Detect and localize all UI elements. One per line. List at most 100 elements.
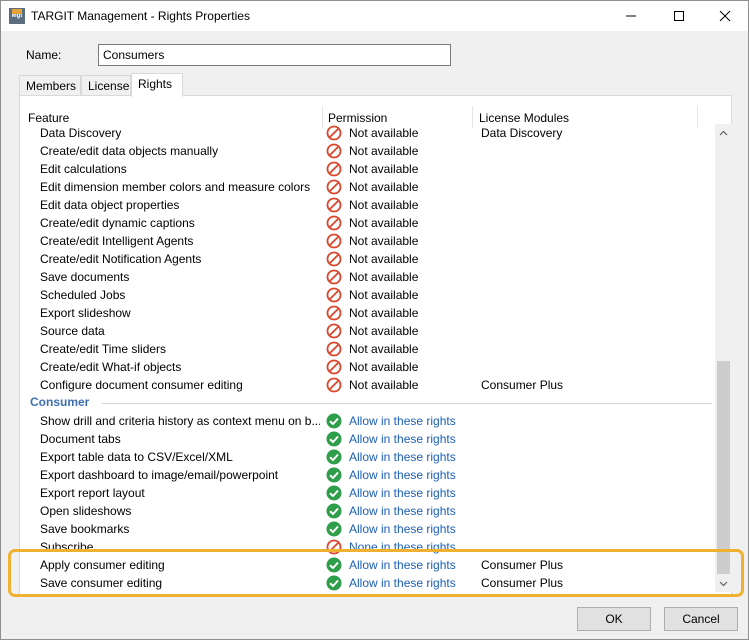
permission-cell[interactable]: Not available <box>326 196 418 214</box>
permission-cell[interactable]: None in these rights <box>326 538 456 556</box>
scroll-down-button[interactable] <box>715 575 732 592</box>
table-row[interactable]: Create/edit dynamic captions Not availabl… <box>20 214 716 232</box>
table-row[interactable]: Create/edit data objects manually Not ava… <box>20 142 716 160</box>
permission-value[interactable]: Allow in these rights <box>349 522 456 536</box>
table-row[interactable]: Document tabs Allow in these rights <box>20 430 716 448</box>
permission-value[interactable]: Not available <box>349 180 418 194</box>
maximize-button[interactable] <box>656 1 702 31</box>
permission-value[interactable]: Not available <box>349 144 418 158</box>
permission-cell[interactable]: Not available <box>326 178 418 196</box>
permission-cell[interactable]: Allow in these rights <box>326 466 456 484</box>
table-row[interactable]: Save documents Not available <box>20 268 716 286</box>
permission-cell[interactable]: Allow in these rights <box>326 484 456 502</box>
table-row[interactable]: Open slideshows Allow in these rights <box>20 502 716 520</box>
table-row[interactable]: Save consumer editing Allow in these righ… <box>20 574 716 592</box>
feature-cell: Document tabs <box>40 432 121 446</box>
table-row[interactable]: Subscribe None in these rights <box>20 538 716 556</box>
permission-value[interactable]: Allow in these rights <box>349 450 456 464</box>
permission-cell[interactable]: Not available <box>326 286 418 304</box>
column-header-permission[interactable]: Permission <box>328 111 387 125</box>
feature-cell: Data Discovery <box>40 126 122 140</box>
permission-cell[interactable]: Not available <box>326 268 418 286</box>
table-row[interactable]: Create/edit Time sliders Not available <box>20 340 716 358</box>
permission-cell[interactable]: Not available <box>326 304 418 322</box>
permission-value[interactable]: Not available <box>349 216 418 230</box>
permission-cell[interactable]: Allow in these rights <box>326 448 456 466</box>
permission-value[interactable]: Not available <box>349 324 418 338</box>
permission-value[interactable]: Not available <box>349 234 418 248</box>
permission-cell[interactable]: Allow in these rights <box>326 520 456 538</box>
permission-value[interactable]: Not available <box>349 126 418 140</box>
vertical-scrollbar[interactable] <box>715 124 732 592</box>
scrollbar-thumb[interactable] <box>717 361 730 574</box>
permission-cell[interactable]: Allow in these rights <box>326 412 456 430</box>
table-row[interactable]: Create/edit What-if objects Not available <box>20 358 716 376</box>
table-row[interactable]: Export report layout Allow in these right… <box>20 484 716 502</box>
table-row[interactable]: Show drill and criteria history as conte… <box>20 412 716 430</box>
close-icon <box>719 10 731 22</box>
table-row[interactable]: Export table data to CSV/Excel/XML Allow … <box>20 448 716 466</box>
check-circle-icon <box>326 449 342 465</box>
permission-cell[interactable]: Allow in these rights <box>326 502 456 520</box>
permission-value[interactable]: Allow in these rights <box>349 486 456 500</box>
permission-value[interactable]: Not available <box>349 270 418 284</box>
permission-cell[interactable]: Allow in these rights <box>326 430 456 448</box>
permission-value[interactable]: None in these rights <box>349 540 456 554</box>
permission-value[interactable]: Allow in these rights <box>349 414 456 428</box>
permission-value[interactable]: Not available <box>349 198 418 212</box>
ok-button[interactable]: OK <box>577 607 651 631</box>
permission-cell[interactable]: Not available <box>326 214 418 232</box>
permission-cell[interactable]: Not available <box>326 124 418 142</box>
close-button[interactable] <box>702 1 748 31</box>
permission-value[interactable]: Allow in these rights <box>349 558 456 572</box>
permission-cell[interactable]: Not available <box>326 358 418 376</box>
permission-value[interactable]: Allow in these rights <box>349 432 456 446</box>
permission-cell[interactable]: Not available <box>326 250 418 268</box>
table-row[interactable]: Create/edit Intelligent Agents Not availa… <box>20 232 716 250</box>
check-circle-icon <box>326 467 342 483</box>
table-row[interactable]: Create/edit Notification Agents Not avail… <box>20 250 716 268</box>
permission-value[interactable]: Not available <box>349 342 418 356</box>
table-row[interactable]: Export dashboard to image/email/powerpoi… <box>20 466 716 484</box>
permission-value[interactable]: Not available <box>349 288 418 302</box>
permission-cell[interactable]: Not available <box>326 160 418 178</box>
table-row[interactable]: Data Discovery Not available Data Discover… <box>20 124 716 142</box>
tab-license[interactable]: License <box>81 75 131 96</box>
tab-rights[interactable]: Rights <box>131 73 183 97</box>
name-input[interactable] <box>98 44 451 66</box>
permission-cell[interactable]: Not available <box>326 142 418 160</box>
tab-members[interactable]: Members <box>19 75 81 96</box>
permission-cell[interactable]: Not available <box>326 322 418 340</box>
permission-value[interactable]: Not available <box>349 162 418 176</box>
table-row[interactable]: Source data Not available <box>20 322 716 340</box>
permission-cell[interactable]: Not available <box>326 376 418 394</box>
permission-value[interactable]: Allow in these rights <box>349 468 456 482</box>
cancel-button[interactable]: Cancel <box>664 607 738 631</box>
permission-value[interactable]: Not available <box>349 360 418 374</box>
permission-value[interactable]: Not available <box>349 306 418 320</box>
permission-cell[interactable]: Not available <box>326 340 418 358</box>
minimize-button[interactable] <box>608 1 654 31</box>
not-available-icon <box>326 179 342 195</box>
table-row[interactable]: Edit dimension member colors and measure… <box>20 178 716 196</box>
table-row[interactable]: Edit calculations Not available <box>20 160 716 178</box>
table-row[interactable]: Apply consumer editing Allow in these rig… <box>20 556 716 574</box>
table-row[interactable]: Configure document consumer editing Not a… <box>20 376 716 394</box>
not-available-icon <box>326 143 342 159</box>
permission-cell[interactable]: Not available <box>326 232 418 250</box>
table-row[interactable]: Scheduled Jobs Not available <box>20 286 716 304</box>
permission-value[interactable]: Not available <box>349 252 418 266</box>
feature-cell: Edit data object properties <box>40 198 180 212</box>
permission-value[interactable]: Allow in these rights <box>349 576 456 590</box>
permission-cell[interactable]: Allow in these rights <box>326 574 456 592</box>
table-row[interactable]: Edit data object properties Not available <box>20 196 716 214</box>
scroll-up-button[interactable] <box>715 124 732 141</box>
permission-value[interactable]: Allow in these rights <box>349 504 456 518</box>
column-header-feature[interactable]: Feature <box>28 111 69 125</box>
permission-cell[interactable]: Allow in these rights <box>326 556 456 574</box>
table-row[interactable]: Export slideshow Not available <box>20 304 716 322</box>
table-row[interactable]: Save bookmarks Allow in these rights <box>20 520 716 538</box>
title-bar[interactable]: Mgt TARGIT Management - Rights Propertie… <box>1 1 748 31</box>
permission-value[interactable]: Not available <box>349 378 418 392</box>
column-header-license-modules[interactable]: License Modules <box>479 111 569 125</box>
